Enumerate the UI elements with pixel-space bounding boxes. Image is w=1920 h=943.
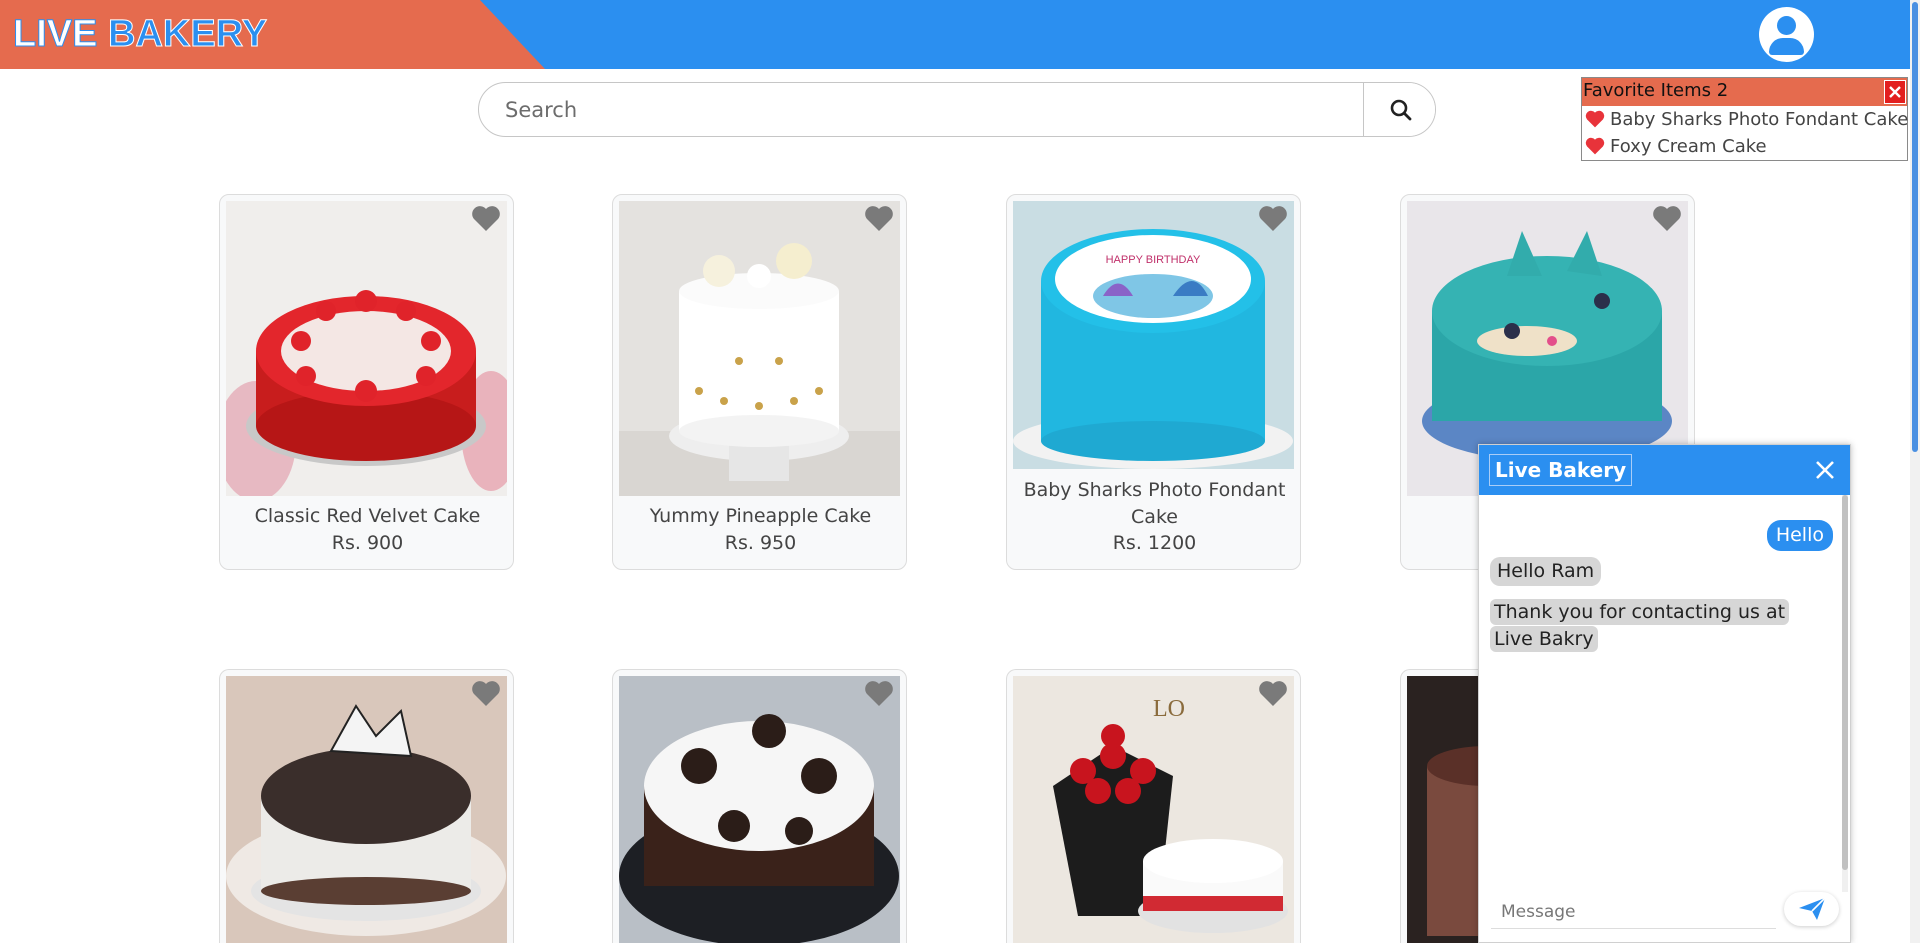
chat-header: Live Bakery [1479, 445, 1850, 495]
page-scrollbar[interactable] [1910, 0, 1920, 943]
product-card[interactable]: Yummy Pineapple Cake Rs. 950 [612, 194, 907, 570]
product-image: LO [1013, 676, 1294, 943]
product-card[interactable]: HAPPY BIRTHDAY Baby Sharks Photo Fondant… [1006, 194, 1301, 570]
favorite-item[interactable]: Foxy Cream Cake [1585, 133, 1767, 159]
favorite-item-label: Baby Sharks Photo Fondant Cake [1610, 108, 1909, 130]
favorite-item-label: Foxy Cream Cake [1610, 135, 1767, 157]
svg-text:HAPPY BIRTHDAY: HAPPY BIRTHDAY [1106, 254, 1201, 266]
favorite-heart-icon[interactable] [471, 680, 501, 707]
brand-bakery-text: BAKERY [108, 13, 268, 56]
favorite-heart-icon[interactable] [471, 205, 501, 232]
favorite-heart-icon[interactable] [1258, 680, 1288, 707]
favorite-heart-icon[interactable] [864, 205, 894, 232]
product-card[interactable]: LO [1006, 669, 1301, 943]
search-input[interactable] [479, 83, 1363, 136]
header-bar: LIVE BAKERY [0, 0, 1920, 69]
favorites-panel: Favorite Items 2 Baby Sharks Photo Fonda… [1581, 77, 1908, 161]
favorites-close-button[interactable] [1884, 80, 1906, 104]
chat-message-user: Hello [1766, 520, 1833, 551]
chat-widget: Live Bakery Hello Hello Ram Thank you fo… [1478, 444, 1851, 943]
brand-logo[interactable]: LIVE BAKERY [12, 10, 268, 58]
chat-message-bot: Thank you for contacting us at Live Bakr… [1490, 599, 1810, 653]
product-image: HAPPY BIRTHDAY [1013, 201, 1294, 469]
product-image [619, 676, 900, 943]
product-image [226, 676, 507, 943]
product-price: Rs. 1200 [1112, 532, 1197, 554]
product-price: Rs. 950 [724, 532, 797, 554]
product-price: Rs. 900 [331, 532, 404, 554]
chat-send-button[interactable] [1784, 892, 1839, 926]
close-icon[interactable] [1812, 457, 1838, 483]
chat-title: Live Bakery [1489, 454, 1633, 486]
product-card[interactable] [219, 669, 514, 943]
favorites-title: Favorite Items 2 [1583, 80, 1729, 101]
chat-scrollbar[interactable] [1842, 495, 1848, 892]
search-bar [478, 82, 1436, 137]
search-icon [1390, 99, 1411, 120]
product-name: Yummy Pineapple Cake [649, 505, 872, 527]
product-name: Classic Red Velvet Cake [254, 505, 481, 527]
product-image [619, 201, 900, 496]
heart-icon [1585, 137, 1605, 155]
product-card[interactable] [612, 669, 907, 943]
send-icon [1798, 897, 1826, 920]
search-button[interactable] [1363, 83, 1435, 136]
product-name: Baby Sharks Photo Fondant Cake [1023, 479, 1286, 528]
favorite-item[interactable]: Baby Sharks Photo Fondant Cake [1585, 106, 1908, 132]
chat-message-bot: Hello Ram [1490, 557, 1602, 586]
user-avatar-icon[interactable] [1759, 7, 1814, 62]
chat-message-input[interactable] [1491, 895, 1776, 929]
product-card[interactable]: Classic Red Velvet Cake Rs. 900 [219, 194, 514, 570]
favorite-heart-icon[interactable] [864, 680, 894, 707]
brand-live-text: LIVE [12, 13, 98, 56]
close-icon [1889, 86, 1901, 98]
favorite-heart-icon[interactable] [1258, 205, 1288, 232]
page: LIVE BAKERY Search Classic Red Velvet Ca… [0, 0, 1920, 943]
product-image [226, 201, 507, 496]
heart-icon [1585, 110, 1605, 128]
svg-text:LO: LO [1153, 696, 1185, 722]
favorite-heart-icon[interactable] [1652, 205, 1682, 232]
favorites-header: Favorite Items 2 [1582, 78, 1907, 106]
